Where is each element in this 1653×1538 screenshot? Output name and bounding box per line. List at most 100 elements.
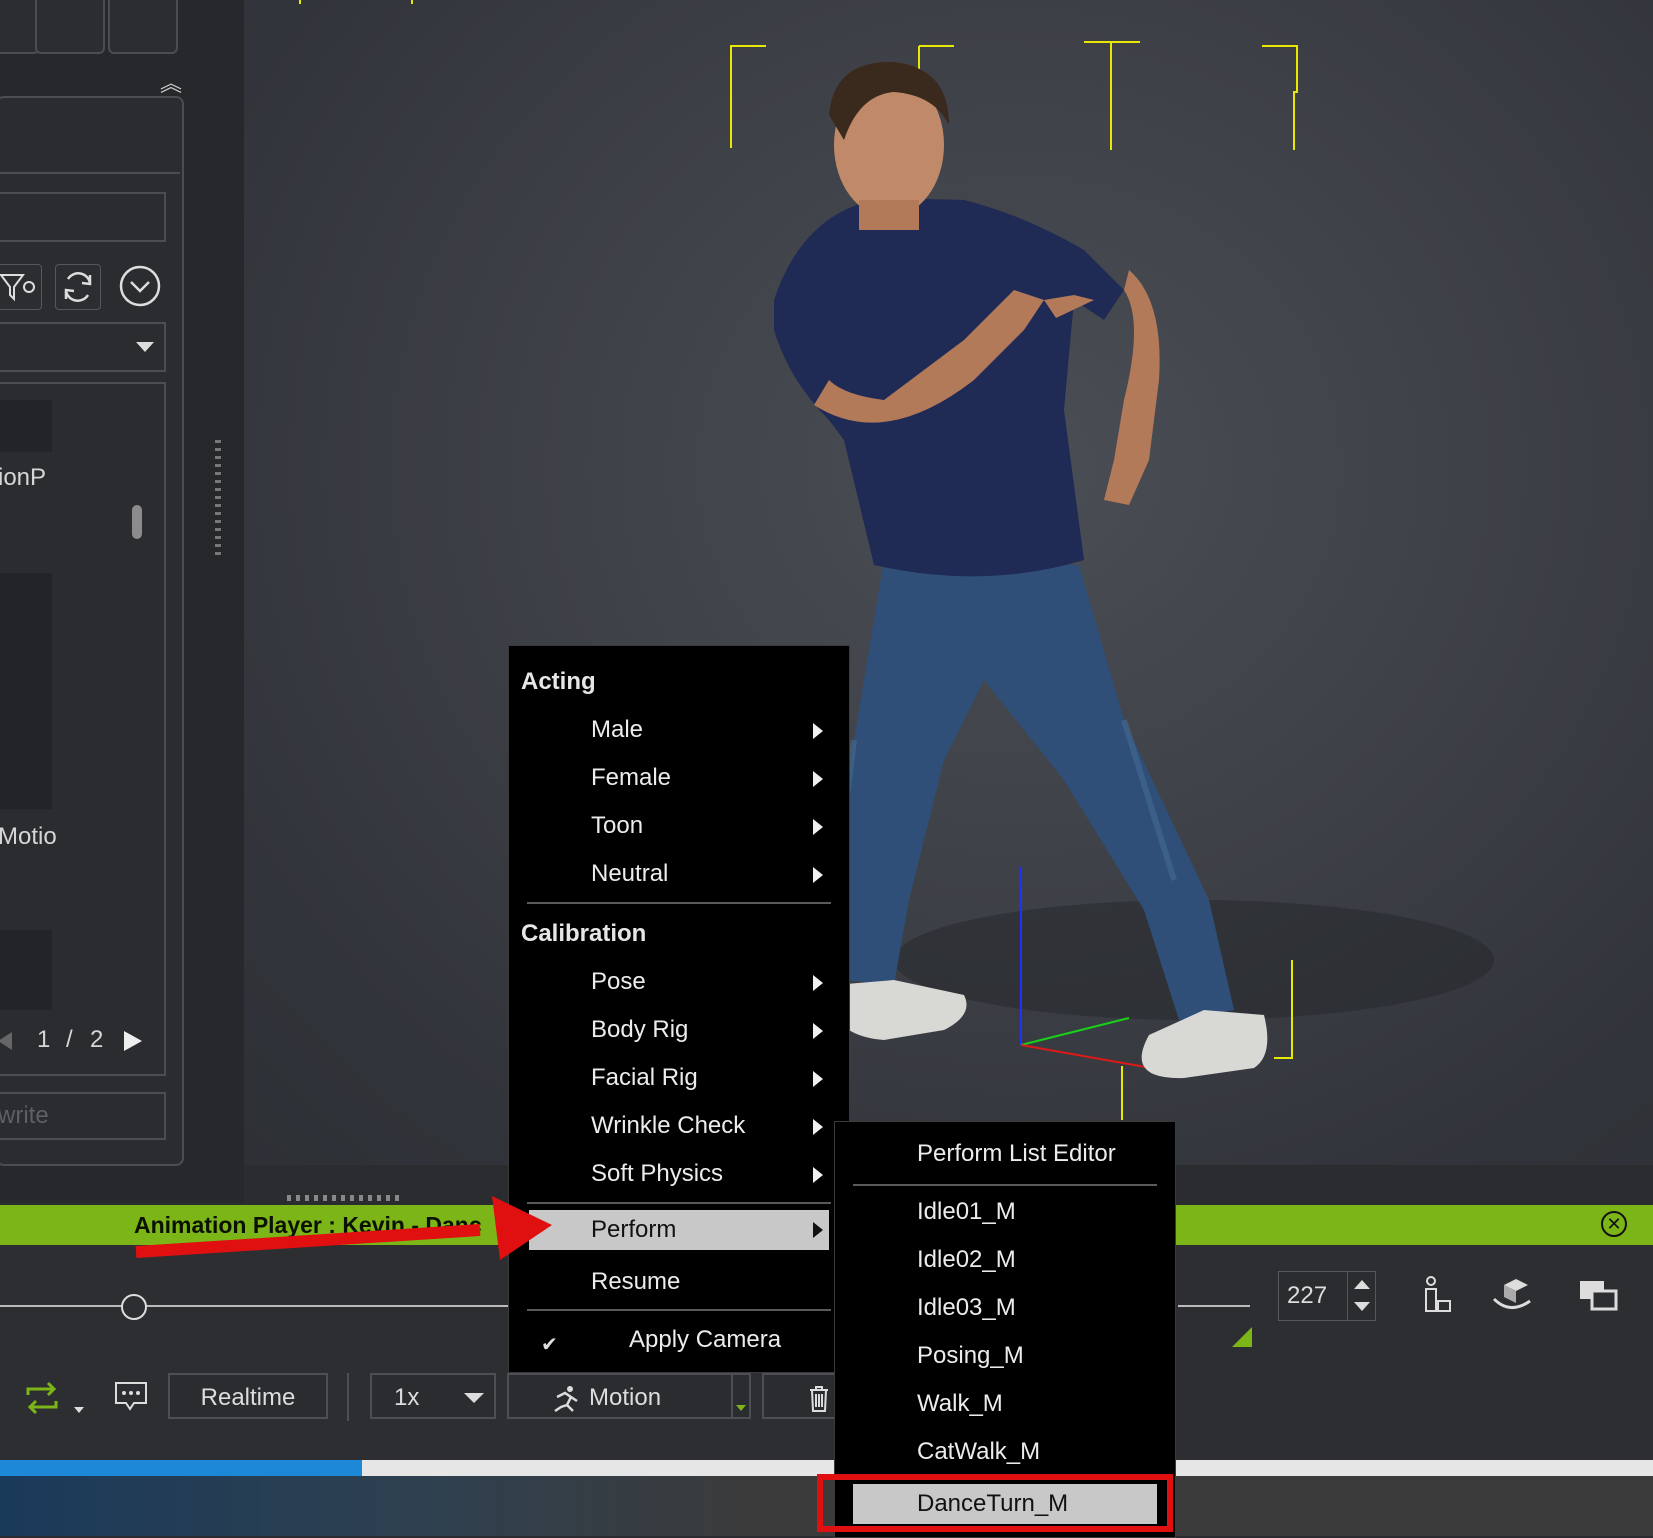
perform-list-editor[interactable]: Perform List Editor	[835, 1132, 1175, 1176]
frame-spinbox[interactable]: 227	[1278, 1271, 1376, 1321]
speed-value: 1x	[394, 1384, 420, 1411]
menu-item-body-rig[interactable]: Body Rig	[509, 1008, 849, 1052]
red-arrow-icon	[135, 1196, 552, 1260]
submenu-arrow-icon	[813, 819, 823, 835]
spin-down-icon[interactable]	[1354, 1302, 1370, 1311]
write-input[interactable]: write	[0, 1092, 166, 1140]
menu-section-acting: Acting	[521, 668, 596, 695]
spin-arrows	[1347, 1272, 1376, 1320]
prev-page-icon[interactable]	[0, 1032, 12, 1050]
menu-item-label: Posing_M	[917, 1342, 1024, 1369]
panel-tab-button[interactable]	[0, 0, 40, 54]
trash-icon	[808, 1383, 830, 1412]
menu-item-resume[interactable]: Resume	[509, 1260, 849, 1304]
pager-current: 1	[37, 1026, 51, 1053]
panel-splitter[interactable]	[215, 440, 221, 560]
menu-item-wrinkle-check[interactable]: Wrinkle Check	[509, 1104, 849, 1148]
pager-separator: /	[66, 1026, 73, 1053]
toolbar-divider	[347, 1373, 349, 1421]
menu-item-apply-camera[interactable]: ✔ Apply Camera	[509, 1318, 849, 1362]
running-figure-icon	[551, 1383, 579, 1413]
menu-separator	[527, 1309, 831, 1311]
perform-item-posing[interactable]: Posing_M	[835, 1334, 1175, 1378]
frame-value: 227	[1287, 1282, 1328, 1309]
library-thumbnail[interactable]	[0, 930, 52, 1010]
perform-item-idle01[interactable]: Idle01_M	[835, 1190, 1175, 1234]
scene-render	[299, 0, 1494, 1120]
menu-item-neutral[interactable]: Neutral	[509, 852, 849, 896]
collapse-up-icon[interactable]: ︽	[160, 66, 182, 98]
panel-tab-button[interactable]	[35, 0, 105, 54]
menu-item-label: Soft Physics	[591, 1160, 724, 1187]
next-page-icon[interactable]	[124, 1031, 142, 1051]
timeline-track[interactable]	[0, 1305, 510, 1307]
loop-dropdown-icon[interactable]	[74, 1407, 84, 1413]
timeline-scrubber-handle[interactable]	[121, 1294, 147, 1320]
divider	[0, 172, 180, 174]
category-dropdown[interactable]	[0, 322, 166, 372]
menu-item-male[interactable]: Male	[509, 708, 849, 752]
perform-item-walk[interactable]: Walk_M	[835, 1382, 1175, 1426]
menu-item-perform[interactable]: Perform	[529, 1210, 829, 1250]
subtitle-icon[interactable]	[114, 1381, 148, 1413]
menu-item-label: Body Rig	[591, 1016, 689, 1043]
menu-section-calibration: Calibration	[521, 920, 647, 947]
checkmark-icon: ✔	[541, 1334, 558, 1356]
write-placeholder: write	[0, 1102, 49, 1129]
menu-item-label: Facial Rig	[591, 1064, 698, 1091]
menu-item-pose[interactable]: Pose	[509, 960, 849, 1004]
menu-separator	[853, 1184, 1157, 1186]
menu-item-female[interactable]: Female	[509, 756, 849, 800]
library-thumbnail[interactable]	[0, 573, 52, 809]
menu-item-label: Wrinkle Check	[591, 1112, 746, 1139]
window-mode-icon[interactable]	[1578, 1277, 1618, 1313]
perform-item-catwalk[interactable]: CatWalk_M	[835, 1430, 1175, 1474]
menu-item-label: Idle03_M	[917, 1294, 1016, 1321]
left-panel: ︽ ionP Motio 1 / 2 write	[0, 0, 244, 1202]
menu-item-label: Perform	[591, 1216, 677, 1243]
delete-button[interactable]	[762, 1373, 842, 1419]
search-input[interactable]	[0, 192, 166, 242]
spin-up-icon[interactable]	[1354, 1280, 1370, 1289]
chevron-down-icon	[464, 1393, 484, 1403]
library-thumbnail[interactable]	[0, 400, 52, 452]
refresh-icon[interactable]	[55, 264, 101, 310]
loop-icon[interactable]	[22, 1381, 62, 1415]
menu-item-soft-physics[interactable]: Soft Physics	[509, 1152, 849, 1196]
end-marker-icon[interactable]	[1232, 1327, 1252, 1347]
close-icon[interactable]: ✕	[1601, 1211, 1627, 1237]
menu-item-label: Resume	[591, 1268, 681, 1295]
speed-select[interactable]: 1x	[370, 1373, 496, 1419]
panel-tab-button[interactable]	[108, 0, 178, 54]
menu-item-label: Neutral	[591, 860, 669, 887]
scrollbar-thumb[interactable]	[132, 505, 142, 539]
menu-item-label: Perform List Editor	[917, 1140, 1116, 1167]
menu-item-label: Pose	[591, 968, 646, 995]
motion-dropdown[interactable]	[731, 1373, 751, 1419]
menu-item-toon[interactable]: Toon	[509, 804, 849, 848]
timeline-track-end[interactable]	[1178, 1305, 1250, 1307]
expand-circle-icon[interactable]	[118, 264, 162, 308]
menu-item-label: Idle02_M	[917, 1246, 1016, 1273]
submenu-arrow-icon	[813, 1167, 823, 1183]
3d-viewport[interactable]	[244, 0, 1653, 1165]
motion-button[interactable]: Motion	[507, 1373, 733, 1419]
submenu-arrow-icon	[813, 1023, 823, 1039]
progress-indicator	[0, 1460, 362, 1476]
chevron-down-icon	[736, 1405, 746, 1411]
submenu-arrow-icon	[813, 867, 823, 883]
realtime-button[interactable]: Realtime	[168, 1373, 328, 1419]
rotate-object-icon[interactable]	[1490, 1275, 1534, 1315]
menu-item-label: Idle01_M	[917, 1198, 1016, 1225]
perform-item-idle03[interactable]: Idle03_M	[835, 1286, 1175, 1330]
perform-item-idle02[interactable]: Idle02_M	[835, 1238, 1175, 1282]
pager-total: 2	[90, 1026, 104, 1053]
menu-separator	[527, 1202, 831, 1204]
lock-character-icon[interactable]	[1418, 1275, 1454, 1315]
menu-item-label: CatWalk_M	[917, 1438, 1041, 1465]
submenu-arrow-icon	[813, 1071, 823, 1087]
menu-item-label: Female	[591, 764, 672, 791]
filter-settings-icon[interactable]	[0, 264, 42, 310]
submenu-arrow-icon	[813, 771, 823, 787]
menu-item-facial-rig[interactable]: Facial Rig	[509, 1056, 849, 1100]
